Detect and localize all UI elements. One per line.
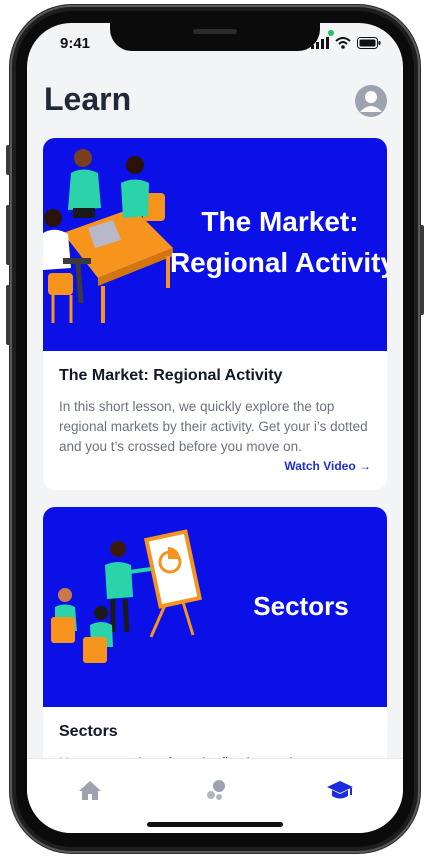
mute-switch: [6, 145, 10, 175]
home-indicator: [147, 822, 283, 827]
wifi-icon: [335, 37, 351, 49]
profile-avatar-icon[interactable]: [355, 85, 387, 117]
lesson-card[interactable]: The Market: Regional Activity The Market…: [43, 138, 387, 490]
power-button: [420, 225, 424, 315]
cellular-signal-icon: [311, 37, 329, 49]
lesson-hero-image: Sectors: [43, 507, 387, 707]
hero-title-line1: The Market:: [201, 206, 358, 237]
battery-icon: [357, 37, 381, 49]
notch: [110, 23, 320, 51]
status-icons: [311, 37, 381, 49]
bubbles-icon: [207, 780, 225, 800]
card-title: Sectors: [59, 723, 118, 740]
status-time: 9:41: [60, 35, 91, 52]
hero-title: Sectors: [253, 591, 348, 621]
lesson-hero-image: The Market: Regional Activity: [43, 138, 387, 351]
presentation-illustration: Sectors: [51, 529, 349, 663]
volume-up-button: [6, 205, 10, 265]
hero-title-line2: Regional Activity: [170, 247, 387, 278]
tab-community[interactable]: [198, 775, 232, 805]
graduation-cap-icon: [327, 781, 353, 799]
tab-learn[interactable]: [323, 775, 357, 805]
speaker: [193, 29, 237, 34]
card-description: In this short lesson, we quickly explore…: [59, 399, 368, 454]
tab-home[interactable]: [73, 775, 107, 805]
card-title: The Market: Regional Activity: [59, 367, 283, 384]
watch-video-link[interactable]: Watch Video →: [284, 459, 371, 473]
card-body: The Market: Regional Activity In this sh…: [43, 351, 387, 457]
page-title: Learn: [44, 81, 132, 117]
bottom-tab-bar: [27, 758, 403, 833]
home-icon: [79, 781, 101, 800]
meeting-illustration: The Market: Regional Activity: [43, 149, 387, 323]
app-screen: 9:41 Learn The Market: Regional Activity…: [27, 23, 403, 833]
camera-indicator-dot: [328, 30, 334, 36]
volume-down-button: [6, 285, 10, 345]
